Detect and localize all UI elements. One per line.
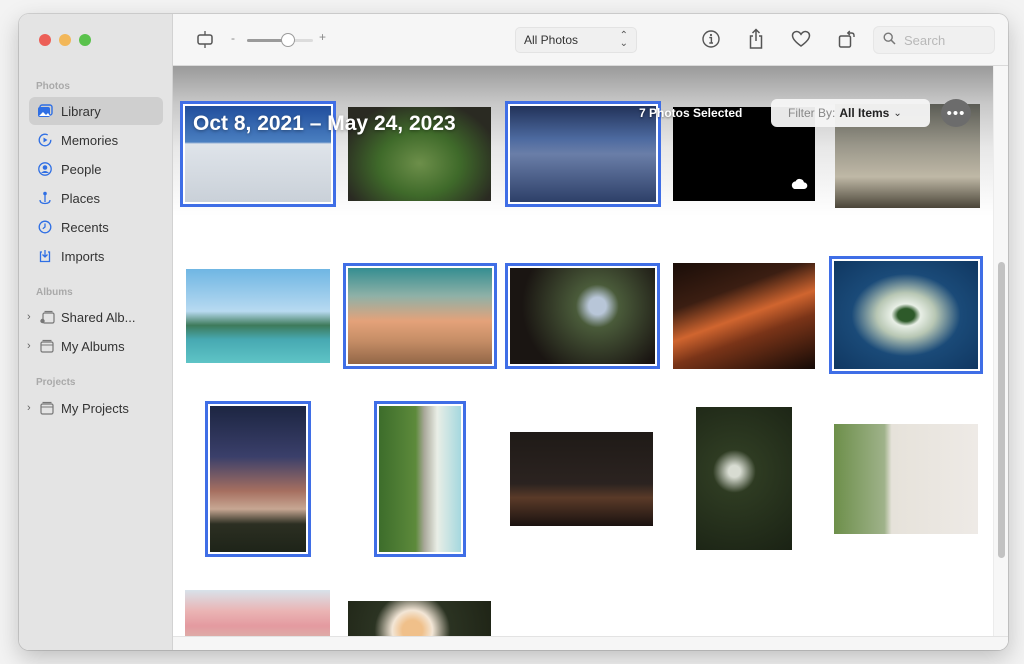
filter-dropdown[interactable]: Filter By: All Items ⌄ xyxy=(771,99,930,127)
search-placeholder: Search xyxy=(904,32,946,48)
photo-thumbnail[interactable] xyxy=(374,401,466,557)
chevron-down-icon: ⌄ xyxy=(893,107,902,119)
photo-thumbnail[interactable] xyxy=(834,424,978,534)
maximize-button[interactable] xyxy=(79,34,91,46)
sidebar-item-label: My Projects xyxy=(61,400,129,416)
sidebar-item-label: Library xyxy=(61,103,101,119)
sidebar-item-label: Memories xyxy=(61,132,119,148)
sidebar-item-shared-albums[interactable]: › Shared Alb... xyxy=(23,303,157,331)
photo-thumbnail[interactable] xyxy=(343,263,497,369)
vertical-scrollbar[interactable] xyxy=(993,66,1008,650)
sidebar-item-library[interactable]: Library xyxy=(29,97,163,125)
photo-thumbnail[interactable] xyxy=(673,263,815,369)
window-controls xyxy=(39,34,91,46)
chevron-updown-icon: ⌃ ⌄ xyxy=(619,30,628,49)
zoom-in-button[interactable]: + xyxy=(319,30,326,44)
sidebar-item-label: Places xyxy=(61,190,101,206)
aspect-ratio-toggle-icon[interactable] xyxy=(194,28,216,50)
photo-thumbnail[interactable] xyxy=(829,256,983,374)
photo-thumbnail[interactable] xyxy=(696,407,792,550)
bottom-bar xyxy=(173,636,1008,650)
zoom-slider[interactable] xyxy=(247,33,313,47)
sidebar: Photos Library Memories People Places Re… xyxy=(19,14,173,650)
zoom-slider-knob[interactable] xyxy=(280,33,295,47)
more-options-button[interactable]: ••• xyxy=(941,99,971,127)
scrollbar-thumb[interactable] xyxy=(998,262,1005,558)
sidebar-item-label: People xyxy=(61,161,102,177)
photo-thumbnail[interactable] xyxy=(505,101,661,207)
sidebar-item-label: Recents xyxy=(61,219,109,235)
sidebar-item-recents[interactable]: Recents xyxy=(29,213,163,241)
date-range-title: Oct 8, 2021 – May 24, 2023 xyxy=(193,112,456,135)
photo-thumbnail[interactable] xyxy=(510,432,653,526)
recents-icon xyxy=(37,219,53,235)
photo-thumbnail[interactable] xyxy=(505,263,660,369)
folder-icon xyxy=(39,400,55,416)
sidebar-item-places[interactable]: Places xyxy=(29,184,163,212)
places-icon xyxy=(37,190,53,206)
memories-icon xyxy=(37,132,53,148)
sidebar-item-people[interactable]: People xyxy=(29,155,163,183)
toolbar: - + All Photos ⌃ ⌄ Search xyxy=(173,14,1008,66)
filter-value: All Items xyxy=(839,106,890,120)
section-label-albums: Albums xyxy=(36,287,73,298)
photo-thumbnail[interactable] xyxy=(186,269,330,363)
selection-count: 7 Photos Selected xyxy=(639,106,743,120)
sidebar-item-my-projects[interactable]: › My Projects xyxy=(23,394,157,422)
people-icon xyxy=(37,161,53,177)
section-label-photos: Photos xyxy=(36,81,70,92)
photo-thumbnail[interactable] xyxy=(205,401,311,557)
rotate-icon[interactable] xyxy=(836,28,858,50)
library-icon xyxy=(37,103,53,119)
info-icon[interactable] xyxy=(700,28,722,50)
section-label-projects: Projects xyxy=(36,377,76,388)
sidebar-item-label: Imports xyxy=(61,248,105,264)
shared-album-icon xyxy=(39,309,55,325)
zoom-out-button[interactable]: - xyxy=(231,31,235,45)
sidebar-item-memories[interactable]: Memories xyxy=(29,126,163,154)
search-icon xyxy=(883,32,896,48)
minimize-button[interactable] xyxy=(59,34,71,46)
photo-grid: Oct 8, 2021 – May 24, 2023 7 Photos Sele… xyxy=(173,66,1008,650)
chevron-right-icon[interactable]: › xyxy=(27,340,37,352)
sidebar-item-label: Shared Alb... xyxy=(61,309,136,325)
folder-icon xyxy=(39,338,55,354)
search-field[interactable]: Search xyxy=(873,26,995,54)
photos-window: Photos Library Memories People Places Re… xyxy=(19,14,1008,650)
ellipsis-icon: ••• xyxy=(946,104,966,122)
view-select[interactable]: All Photos ⌃ ⌄ xyxy=(515,27,637,53)
favorite-heart-icon[interactable] xyxy=(790,28,812,50)
close-button[interactable] xyxy=(39,34,51,46)
icloud-icon xyxy=(790,177,808,195)
share-icon[interactable] xyxy=(745,28,767,50)
chevron-right-icon[interactable]: › xyxy=(27,311,37,323)
sidebar-item-imports[interactable]: Imports xyxy=(29,242,163,270)
sidebar-item-label: My Albums xyxy=(61,338,125,354)
filter-label: Filter By: xyxy=(788,106,836,120)
imports-icon xyxy=(37,248,53,264)
chevron-right-icon[interactable]: › xyxy=(27,402,37,414)
view-select-value: All Photos xyxy=(524,33,579,47)
sidebar-item-my-albums[interactable]: › My Albums xyxy=(23,332,157,360)
